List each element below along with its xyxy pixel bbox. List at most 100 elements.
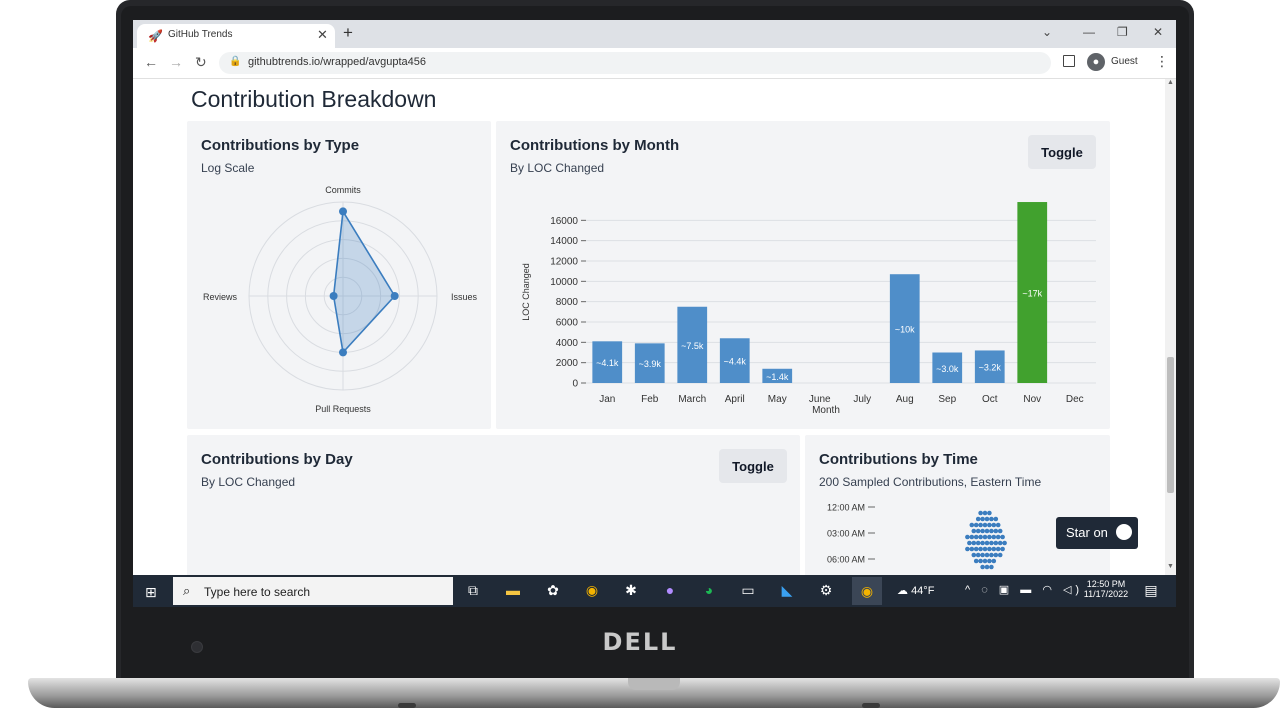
scatter-point: [984, 528, 990, 534]
scatter-point: [989, 540, 994, 546]
time-card: Contributions by Time 200 Sampled Contri…: [805, 435, 1110, 575]
scroll-down-icon[interactable]: ▼: [1167, 563, 1174, 570]
settings-icon[interactable]: ⚙: [816, 582, 836, 600]
radar-point: [329, 292, 338, 300]
scatter-point: [978, 534, 983, 540]
radar-axis-label: Commits: [325, 185, 361, 195]
scatter-point: [991, 558, 997, 564]
scatter-point: [995, 534, 1001, 540]
paint-icon[interactable]: ✿: [543, 582, 563, 600]
scroll-up-icon[interactable]: ▲: [1167, 79, 1174, 86]
task-view-icon[interactable]: ⧉: [463, 582, 483, 600]
type-card: Contributions by Type Log Scale Commits I…: [187, 121, 491, 429]
day-card: Contributions by Day By LOC Changed Togg…: [187, 435, 800, 575]
bar-label: ~3.9k: [639, 359, 662, 369]
y-tick-label: 16000: [550, 216, 578, 227]
chrome-active-icon[interactable]: ◉: [852, 577, 882, 605]
scatter-point: [991, 522, 997, 528]
scroll-thumb[interactable]: [1167, 357, 1174, 493]
close-tab-icon[interactable]: ✕: [317, 27, 328, 43]
forward-icon[interactable]: →: [169, 54, 183, 70]
radar-point: [339, 348, 347, 357]
taskbar: ⊞ ⌕ Type here to search ⧉ ▬ ✿ ◉ ✱ ● ◕ ▭ …: [133, 575, 1176, 607]
github-desktop-icon[interactable]: ●: [660, 582, 680, 600]
bar-label: ~7.5k: [681, 341, 704, 351]
weather-widget[interactable]: ☁ 44°F: [897, 584, 934, 597]
x-tick-label: June: [809, 394, 831, 405]
scatter-point: [982, 558, 988, 564]
url-text[interactable]: githubtrends.io/wrapped/avgupta456: [248, 56, 426, 68]
terminal-icon[interactable]: ▭: [738, 582, 758, 600]
y-tick-label: 12:00 AM: [827, 503, 865, 513]
scatter-point: [989, 516, 994, 522]
taskbar-search[interactable]: ⌕ Type here to search: [173, 577, 453, 605]
scatter-point: [984, 516, 990, 522]
scatter-point: [984, 552, 990, 558]
rocket-icon: 🚀: [148, 29, 163, 43]
scatter-point: [991, 534, 997, 540]
restore-icon[interactable]: ❐: [1117, 25, 1128, 39]
month-card: Contributions by Month By LOC Changed To…: [496, 121, 1110, 429]
scatter-point: [973, 534, 979, 540]
new-tab-button[interactable]: +: [343, 23, 353, 43]
x-tick-label: Feb: [641, 394, 659, 405]
side-panel-icon[interactable]: [1063, 55, 1075, 67]
browser-tab[interactable]: 🚀 GitHub Trends ✕: [137, 24, 335, 48]
scatter-point: [993, 540, 999, 546]
chrome-icon[interactable]: ◉: [582, 582, 602, 600]
scatter-point: [995, 546, 1001, 552]
chevron-down-icon[interactable]: ⌄: [1042, 25, 1052, 39]
scatter-point: [987, 546, 992, 552]
scatter-point: [987, 510, 992, 516]
windows-start-icon[interactable]: ⊞: [145, 584, 157, 601]
scatter-point: [980, 528, 985, 534]
page-content: Contribution Breakdown Contributions by …: [133, 79, 1165, 575]
laptop-foot: [398, 703, 416, 708]
scatter-point: [971, 540, 977, 546]
x-tick-label: Dec: [1066, 394, 1084, 405]
scatter-point: [997, 540, 1003, 546]
scatter-point: [993, 516, 999, 522]
y-axis-label: LOC Changed: [521, 263, 531, 321]
menu-icon[interactable]: ⋮: [1155, 53, 1169, 70]
y-tick-label: 06:00 AM: [827, 555, 865, 565]
github-icon: [1116, 524, 1132, 540]
slack-icon[interactable]: ✱: [621, 582, 641, 600]
close-icon[interactable]: ✕: [1153, 25, 1163, 39]
x-tick-label: April: [725, 394, 745, 405]
vscode-icon[interactable]: ◣: [777, 582, 797, 600]
back-icon[interactable]: ←: [144, 54, 158, 70]
star-on-github-button[interactable]: Star on: [1056, 517, 1138, 549]
scatter-point: [965, 534, 970, 540]
scatter-point: [982, 546, 988, 552]
radar-chart: Commits Issues Pull Requests Reviews: [203, 185, 478, 414]
minimize-icon[interactable]: —: [1083, 25, 1095, 39]
spotify-icon[interactable]: ◕: [699, 582, 719, 600]
scatter-point: [973, 522, 979, 528]
scrollbar[interactable]: ▲ ▼: [1165, 79, 1176, 575]
system-tray[interactable]: ^ ◌ ▣ ▬ ◠ ◁): [965, 583, 1083, 596]
reload-icon[interactable]: ↻: [195, 54, 207, 71]
file-explorer-icon[interactable]: ▬: [503, 582, 523, 600]
screen: 🚀 GitHub Trends ✕ + ⌄ — ❐ ✕ ← → ↻ 🔒 gith…: [133, 20, 1176, 607]
bar-label: ~4.1k: [596, 358, 619, 368]
scatter-point: [987, 558, 992, 564]
clock[interactable]: 12:50 PM 11/17/2022: [1081, 579, 1131, 599]
scatter-point: [971, 528, 977, 534]
y-tick-label: 8000: [556, 297, 579, 308]
notifications-icon[interactable]: ▤: [1141, 582, 1161, 600]
tab-title: GitHub Trends: [168, 29, 233, 40]
y-tick-label: 03:00 AM: [827, 529, 865, 539]
scatter-point: [978, 510, 983, 516]
avatar-icon[interactable]: ●: [1087, 53, 1105, 71]
profile-label[interactable]: Guest: [1111, 56, 1138, 67]
lock-icon[interactable]: 🔒: [229, 56, 241, 67]
omnibox[interactable]: 🔒 githubtrends.io/wrapped/avgupta456: [219, 52, 1051, 74]
scatter-point: [971, 552, 977, 558]
bar-label: ~3.2k: [979, 363, 1002, 373]
bar-label: ~1.4k: [766, 372, 789, 382]
scatter-point: [984, 540, 990, 546]
bar-label: ~17k: [1022, 289, 1042, 299]
section-title: Contribution Breakdown: [191, 86, 437, 112]
scatter-point: [980, 516, 985, 522]
